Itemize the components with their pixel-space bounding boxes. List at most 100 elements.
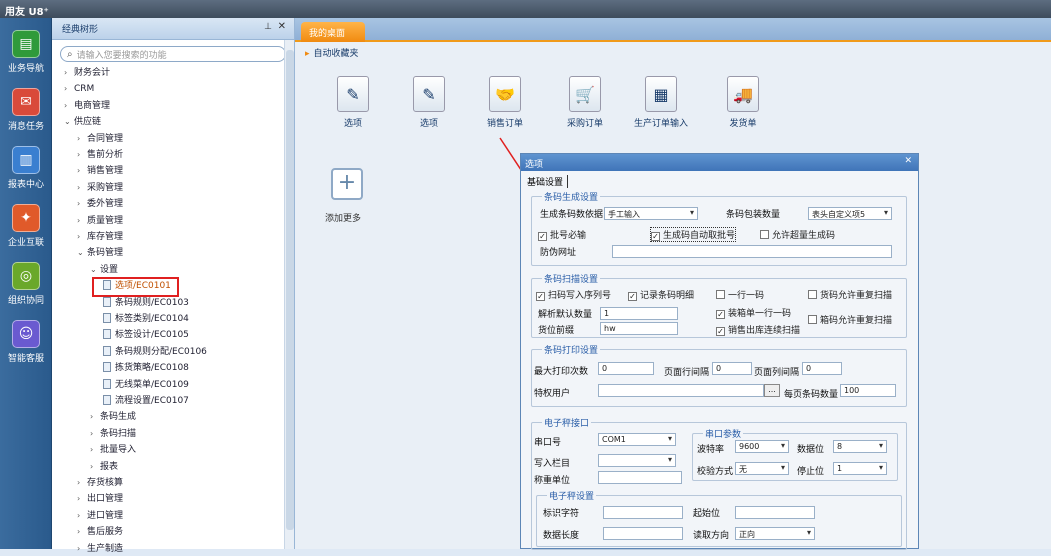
data-bits-select[interactable]: 8 [833, 440, 887, 453]
tree-item[interactable]: › 售前分析 [77, 148, 123, 162]
row-gap-input[interactable]: 0 [712, 362, 752, 375]
tree-item[interactable]: › 条码扫描 [90, 427, 136, 441]
chevron-right-icon: › [77, 182, 81, 192]
tree-item[interactable]: › 销售管理 [77, 164, 123, 178]
chevron-right-icon: › [77, 527, 81, 537]
search-input[interactable]: ⌕ 请输入您要搜索的功能 [60, 46, 286, 62]
nav-enterprise[interactable]: ✦ 企业互联 [0, 204, 52, 248]
nav-report[interactable]: ▥ 报表中心 [0, 146, 52, 190]
default-qty-input[interactable]: 1 [600, 307, 678, 320]
tree-item[interactable]: › 委外管理 [77, 197, 123, 211]
max-print-input[interactable]: 0 [598, 362, 654, 375]
chevron-right-icon: › [90, 461, 94, 471]
read-direction-select[interactable]: 正向 [735, 527, 815, 540]
sidebar-scrollbar[interactable] [284, 40, 294, 549]
special-user-input[interactable] [598, 384, 764, 397]
app-icon: ▦ [645, 76, 677, 112]
tree-item[interactable]: › 报表 [90, 460, 118, 474]
nav-message[interactable]: ✉ 消息任务 [0, 88, 52, 132]
smart-service-icon: ☺ [12, 320, 40, 348]
port-select[interactable]: COM1 [598, 433, 676, 446]
document-icon [103, 329, 111, 340]
tree-item[interactable]: › 库存管理 [77, 230, 123, 244]
tree-item[interactable]: › 售后服务 [77, 525, 123, 539]
close-icon[interactable]: ✕ [278, 21, 286, 32]
tree-item[interactable]: 条码规则分配/EC0106 [103, 345, 207, 359]
tree-item[interactable]: › 合同管理 [77, 132, 123, 146]
nav-business[interactable]: ▤ 业务导航 [0, 30, 52, 74]
stop-bits-select[interactable]: 1 [833, 462, 887, 475]
tree-item[interactable]: › 电商管理 [64, 99, 110, 113]
desktop-app[interactable]: ✎ 选项 [323, 76, 383, 129]
nav-org[interactable]: ◎ 组织协同 [0, 262, 52, 306]
data-length-input[interactable] [603, 527, 683, 540]
close-icon[interactable]: ✕ [904, 156, 912, 166]
allow-exceed-checkbox[interactable]: 允许超量生成码 [760, 228, 835, 241]
pin-icon[interactable]: ⊥ [264, 22, 272, 32]
allow-repeat-checkbox[interactable]: 货码允许重复扫描 [808, 288, 892, 301]
col-gap-input[interactable]: 0 [802, 362, 842, 375]
auto-batch-checkbox[interactable]: ✓ 生成码自动取批号 [650, 227, 737, 242]
tree-item[interactable]: 流程设置/EC0107 [103, 394, 189, 408]
unit-input[interactable] [598, 471, 682, 484]
chevron-right-icon: ▸ [305, 49, 310, 59]
tab-desktop[interactable]: 我的桌面 [301, 22, 365, 42]
tree-item[interactable]: › 采购管理 [77, 181, 123, 195]
tree-item[interactable]: 拣货策略/EC0108 [103, 361, 189, 375]
tree-item[interactable]: › 出口管理 [77, 492, 123, 506]
tree-item[interactable]: 标签类别/EC0104 [103, 312, 189, 326]
desktop-app[interactable]: 🤝 销售订单 [475, 76, 535, 129]
gen-basis-select[interactable]: 手工输入 [604, 207, 698, 220]
parity-select[interactable]: 无 [735, 462, 789, 475]
favorites-header[interactable]: ▸ 自动收藏夹 [305, 46, 359, 59]
box-repeat-checkbox[interactable]: 箱码允许重复扫描 [808, 313, 892, 326]
column-select[interactable] [598, 454, 676, 467]
batch-required-checkbox[interactable]: ✓ 批号必输 [538, 228, 586, 241]
desktop-app[interactable]: ✎ 选项 [399, 76, 459, 129]
pack-qty-select[interactable]: 表头自定义项5 [808, 207, 892, 220]
prefix-input[interactable]: hw [600, 322, 678, 335]
tree-item[interactable]: › 财务会计 [64, 66, 110, 80]
nav-service[interactable]: ☺ 智能客服 [0, 320, 52, 364]
continuous-scan-checkbox[interactable]: ✓ 销售出库连续扫描 [716, 323, 800, 336]
start-pos-input[interactable] [735, 506, 815, 519]
tree-item[interactable]: › 批量导入 [90, 443, 136, 457]
chevron-right-icon: › [64, 100, 68, 110]
tree-item[interactable]: › CRM [64, 82, 94, 96]
browse-button[interactable]: ... [764, 384, 780, 397]
desktop-app[interactable]: 🚚 发货单 [713, 76, 773, 129]
chevron-down-icon: ⌄ [64, 117, 71, 127]
loading-one-checkbox[interactable]: ✓ 装箱单一行一码 [716, 306, 791, 319]
chevron-right-icon: › [77, 215, 81, 225]
tree-item[interactable]: 条码规则/EC0103 [103, 296, 189, 310]
desktop-app[interactable]: 🛒 采购订单 [555, 76, 615, 129]
add-more-button[interactable]: + [331, 168, 363, 200]
scale-interface-group: 电子秤接口 串口号 COM1 写入栏目 称重单位 串口参数 波特率 9600 数… [531, 416, 907, 550]
record-detail-checkbox[interactable]: ✓ 记录条码明细 [628, 288, 694, 301]
tree-item[interactable]: 标签设计/EC0105 [103, 328, 189, 342]
per-page-input[interactable]: 100 [840, 384, 896, 397]
tab-basic-settings[interactable]: 基础设置 [527, 175, 569, 188]
chevron-right-icon: › [90, 412, 94, 422]
app-icon: 🤝 [489, 76, 521, 112]
tree-item[interactable]: ⌄ 设置 [90, 263, 118, 277]
tree-item[interactable]: › 质量管理 [77, 214, 123, 228]
chevron-down-icon: ⌄ [77, 248, 84, 258]
app-icon: 🚚 [727, 76, 759, 112]
tree-item[interactable]: › 条码生成 [90, 410, 136, 424]
tree-item[interactable]: › 存货核算 [77, 476, 123, 490]
tree-item[interactable]: › 进口管理 [77, 509, 123, 523]
tree-item[interactable]: ⌄ 条码管理 [77, 246, 123, 260]
one-line-one-checkbox[interactable]: 一行一码 [716, 288, 764, 301]
scan-serial-checkbox[interactable]: ✓ 扫码写入序列号 [536, 288, 611, 301]
sidebar-header: 经典树形 ⊥ ✕ [52, 18, 294, 40]
chevron-right-icon: › [77, 510, 81, 520]
baud-select[interactable]: 9600 [735, 440, 789, 453]
tree-item[interactable]: ⌄ 供应链 [64, 115, 101, 129]
app-titlebar: 用友 U8⁺ [0, 0, 1051, 18]
desktop-app[interactable]: ▦ 生产订单输入 [631, 76, 691, 129]
chevron-right-icon: › [64, 68, 68, 77]
anti-fake-input[interactable] [612, 245, 892, 258]
id-char-input[interactable] [603, 506, 683, 519]
tree-item[interactable]: 无线菜单/EC0109 [103, 378, 189, 392]
